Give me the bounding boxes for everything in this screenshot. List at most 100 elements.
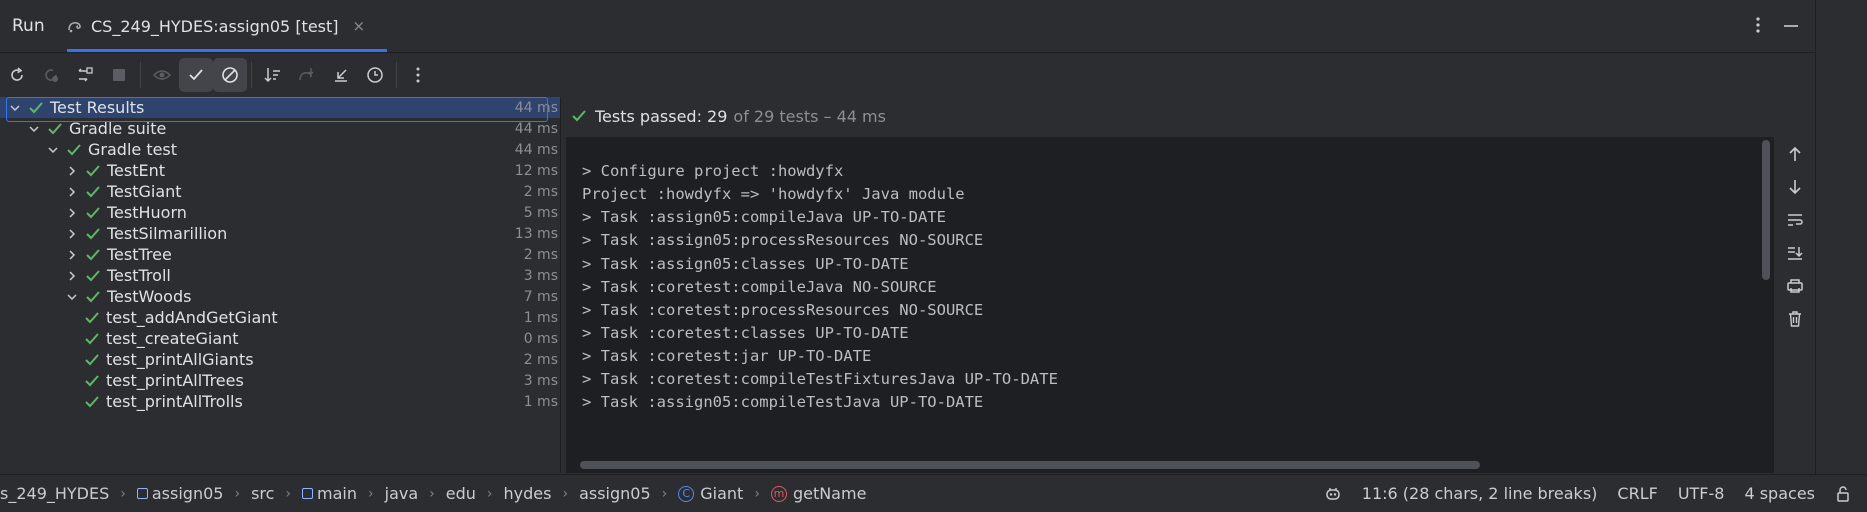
tree-row[interactable]: test_addAndGetGiant 1 ms — [0, 307, 560, 328]
more-options-icon[interactable] — [1748, 14, 1768, 36]
breadcrumb-item[interactable]: src — [251, 484, 274, 503]
breadcrumb-item[interactable]: main — [302, 484, 357, 503]
splitter[interactable] — [560, 97, 565, 473]
test-results-tree: Test Results 44 ms Gradle suite 44 ms Gradle… — [0, 97, 560, 473]
test-name: test_printAllTrolls — [106, 392, 243, 411]
breadcrumb-item[interactable]: assign05 — [579, 484, 651, 503]
scroll-to-end-button[interactable] — [1775, 236, 1815, 269]
tree-row-root[interactable]: Test Results 44 ms — [0, 97, 560, 122]
ai-assistant-icon[interactable] — [1324, 485, 1342, 503]
arrow-up-icon — [1787, 145, 1803, 163]
rerun-failed-icon — [42, 66, 60, 84]
passed-check-icon — [85, 206, 101, 220]
breadcrumb-item[interactable]: java — [385, 484, 419, 503]
chevron-down-icon[interactable] — [46, 143, 60, 157]
breadcrumb-separator: › — [234, 485, 241, 502]
chevron-down-icon[interactable] — [27, 122, 41, 136]
chevron-right-icon[interactable] — [65, 248, 79, 262]
method-icon: m — [770, 485, 787, 502]
print-button[interactable] — [1775, 269, 1815, 302]
tree-row[interactable]: TestGiant 2 ms — [0, 181, 560, 202]
tree-row[interactable]: TestSilmarillion 13 ms — [0, 223, 560, 244]
breadcrumb-item[interactable]: assign05 — [136, 484, 223, 503]
tree-row[interactable]: test_printAllTrolls 1 ms — [0, 391, 560, 412]
tree-row[interactable]: test_printAllGiants 2 ms — [0, 349, 560, 370]
tree-row[interactable]: test_printAllTrees 3 ms — [0, 370, 560, 391]
clear-all-button[interactable] — [1775, 302, 1815, 335]
test-duration: 44 ms — [514, 120, 558, 137]
caret-position[interactable]: 11:6 (28 chars, 2 line breaks) — [1362, 484, 1598, 503]
chevron-down-icon[interactable] — [8, 101, 22, 115]
test-duration: 13 ms — [514, 225, 558, 242]
test-duration: 2 ms — [523, 351, 558, 368]
sort-button[interactable] — [256, 58, 290, 92]
show-ignored-button[interactable] — [145, 58, 179, 92]
stop-icon — [111, 67, 127, 83]
tests-detail-text: of 29 tests – 44 ms — [733, 106, 886, 126]
breadcrumb-separator: › — [661, 485, 668, 502]
tree-row[interactable]: TestTree 2 ms — [0, 244, 560, 265]
collapse-icon — [332, 66, 350, 84]
rerun-button[interactable] — [0, 58, 34, 92]
chevron-down-icon[interactable] — [65, 290, 79, 304]
breadcrumb-item[interactable]: hydes — [504, 484, 552, 503]
show-passed-button[interactable] — [179, 58, 213, 92]
toolbar-more-button[interactable] — [401, 58, 435, 92]
breadcrumb-item[interactable]: m getName — [770, 484, 866, 503]
console-output[interactable]: > Configure project :howdyfx Project :how… — [566, 137, 1774, 473]
import-tests-button[interactable] — [290, 58, 324, 92]
test-duration: 1 ms — [523, 309, 558, 326]
eye-icon — [152, 67, 172, 83]
breadcrumb-separator: › — [429, 485, 435, 502]
toolbar-separator — [251, 62, 252, 88]
indent-setting[interactable]: 4 spaces — [1744, 484, 1815, 503]
breadcrumb-item[interactable]: C Giant — [678, 484, 743, 503]
breadcrumb-item[interactable]: s_249_HYDES — [0, 484, 109, 503]
passed-check-icon — [571, 109, 587, 123]
previous-occurrence-button[interactable] — [1775, 137, 1815, 170]
passed-check-icon — [84, 395, 100, 409]
console-line: > Task :coretest:classes UP-TO-DATE — [582, 323, 909, 342]
next-occurrence-button[interactable] — [1775, 170, 1815, 203]
test-name: TestWoods — [107, 287, 192, 306]
soft-wrap-button[interactable] — [1775, 203, 1815, 236]
tree-row[interactable]: test_createGiant 0 ms — [0, 328, 560, 349]
chevron-right-icon[interactable] — [65, 227, 79, 241]
chevron-right-icon[interactable] — [65, 269, 79, 283]
file-encoding[interactable]: UTF-8 — [1678, 484, 1725, 503]
tree-row[interactable]: TestHuorn 5 ms — [0, 202, 560, 223]
tree-row[interactable]: TestTroll 3 ms — [0, 265, 560, 286]
toggle-auto-test-button[interactable] — [68, 58, 102, 92]
console-vertical-scrollbar[interactable] — [1762, 140, 1770, 280]
test-name: test_printAllTrees — [106, 371, 244, 390]
console-line: > Task :assign05:compileJava UP-TO-DATE — [582, 208, 946, 227]
test-name: TestTree — [107, 245, 172, 264]
chevron-right-icon[interactable] — [65, 185, 79, 199]
console-horizontal-scrollbar[interactable] — [580, 461, 1480, 469]
test-name: TestSilmarillion — [107, 224, 228, 243]
line-separator[interactable]: CRLF — [1617, 484, 1657, 503]
rerun-failed-button[interactable] — [34, 58, 68, 92]
tree-row[interactable]: Gradle suite 44 ms — [0, 118, 560, 139]
show-ignored-tests-button[interactable] — [213, 58, 247, 92]
minimize-icon[interactable] — [1780, 14, 1802, 36]
chevron-right-icon[interactable] — [65, 164, 79, 178]
tree-row[interactable]: Gradle test 44 ms — [0, 139, 560, 160]
test-history-button[interactable] — [358, 58, 392, 92]
collapse-all-button[interactable] — [324, 58, 358, 92]
console-line: > Task :coretest:processResources NO-SOU… — [582, 300, 984, 319]
test-name: Gradle test — [88, 140, 178, 159]
chevron-right-icon[interactable] — [65, 206, 79, 220]
run-tool-window-title[interactable]: Run — [12, 16, 45, 36]
passed-check-icon — [66, 143, 82, 157]
auto-test-icon — [75, 65, 95, 85]
stop-button[interactable] — [102, 58, 136, 92]
tree-row[interactable]: TestEnt 12 ms — [0, 160, 560, 181]
breadcrumb-item[interactable]: edu — [446, 484, 476, 503]
tree-row[interactable]: TestWoods 7 ms — [0, 286, 560, 307]
console-line: > Task :coretest:compileTestFixturesJava… — [582, 370, 1058, 388]
tab-close-icon[interactable]: × — [353, 17, 366, 35]
lock-icon[interactable] — [1835, 485, 1851, 503]
module-icon — [136, 488, 148, 499]
run-tab[interactable]: CS_249_HYDES:assign05 [test] × — [67, 0, 365, 52]
